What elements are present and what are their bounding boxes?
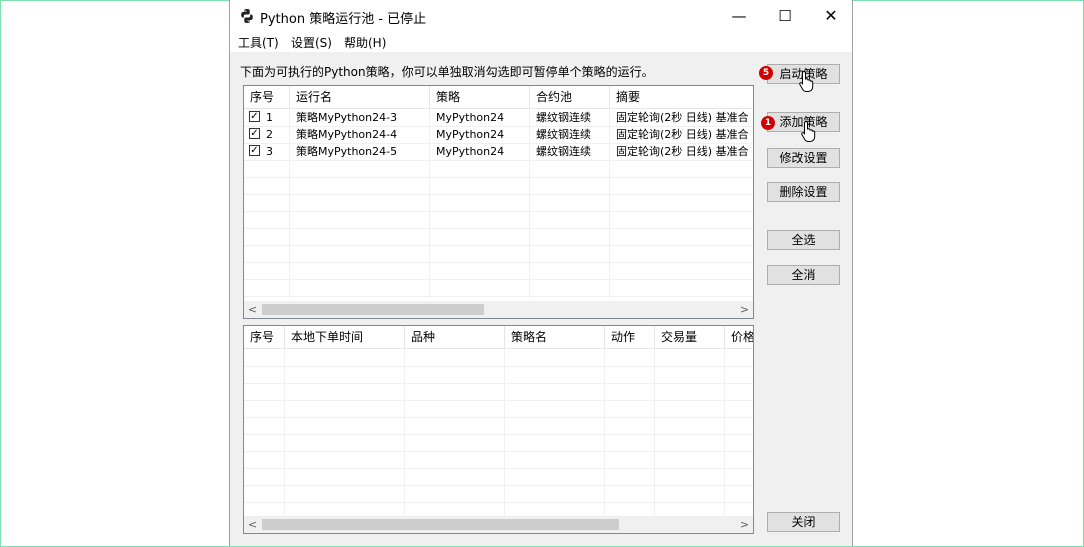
order-list-hscrollbar[interactable]: < > bbox=[244, 516, 753, 533]
row-pool: 螺纹钢连续 bbox=[536, 111, 591, 124]
row-strategy: MyPython24 bbox=[436, 145, 505, 158]
scroll-right-icon[interactable]: > bbox=[736, 301, 753, 318]
strategy-list-header: 序号 运行名 策略 合约池 摘要 bbox=[244, 86, 753, 109]
menu-tools[interactable]: 工具(T) bbox=[238, 34, 279, 51]
row-run-name: 策略MyPython24-3 bbox=[296, 111, 398, 124]
scroll-thumb[interactable] bbox=[262, 304, 484, 315]
row-summary: 固定轮询(2秒 日线) 基准合 bbox=[616, 111, 749, 124]
main-content: 下面为可执行的Python策略，你可以单独取消勾选即可暂停单个策略的运行。 序号… bbox=[230, 52, 852, 546]
title-bar[interactable]: Python 策略运行池 - 已停止 — ☐ ✕ bbox=[230, 0, 852, 32]
scroll-thumb[interactable] bbox=[262, 519, 619, 530]
col-header-pool[interactable]: 合约池 bbox=[530, 86, 610, 108]
modify-settings-button[interactable]: 修改设置 bbox=[767, 148, 840, 168]
col-header-order-time[interactable]: 本地下单时间 bbox=[285, 326, 405, 348]
col-header-run-name[interactable]: 运行名 bbox=[290, 86, 430, 108]
row-run-name: 策略MyPython24-4 bbox=[296, 128, 398, 141]
table-row[interactable]: ✓ 2 策略MyPython24-4 MyPython24 螺纹钢连续 固定轮询… bbox=[244, 126, 753, 144]
strategy-list[interactable]: 序号 运行名 策略 合约池 摘要 ✓ 1 策略MyPython24-3 MyPy… bbox=[243, 85, 754, 319]
instruction-text: 下面为可执行的Python策略，你可以单独取消勾选即可暂停单个策略的运行。 bbox=[240, 65, 654, 79]
col-header-volume[interactable]: 交易量 bbox=[655, 326, 725, 348]
checkbox[interactable]: ✓ bbox=[249, 128, 260, 139]
step-badge: 1 bbox=[761, 116, 775, 130]
step-badge: 5 bbox=[759, 66, 773, 80]
row-run-name: 策略MyPython24-5 bbox=[296, 145, 398, 158]
row-index: 1 bbox=[266, 111, 273, 124]
menu-bar: 工具(T) 设置(S) 帮助(H) bbox=[230, 32, 852, 52]
python-logo-icon bbox=[241, 9, 253, 23]
col-header-index[interactable]: 序号 bbox=[244, 326, 285, 348]
row-pool: 螺纹钢连续 bbox=[536, 145, 591, 158]
row-index: 3 bbox=[266, 145, 273, 158]
row-summary: 固定轮询(2秒 日线) 基准合 bbox=[616, 128, 749, 141]
row-index: 2 bbox=[266, 128, 273, 141]
table-row[interactable]: ✓ 3 策略MyPython24-5 MyPython24 螺纹钢连续 固定轮询… bbox=[244, 143, 753, 161]
window-title: Python 策略运行池 - 已停止 bbox=[260, 12, 427, 27]
scroll-right-icon[interactable]: > bbox=[736, 516, 753, 533]
scroll-left-icon[interactable]: < bbox=[244, 301, 261, 318]
col-header-summary[interactable]: 摘要 bbox=[610, 86, 753, 108]
col-header-strategy[interactable]: 策略 bbox=[430, 86, 530, 108]
hand-cursor-icon bbox=[799, 70, 814, 92]
row-summary: 固定轮询(2秒 日线) 基准合 bbox=[616, 145, 749, 158]
close-button[interactable]: 关闭 bbox=[767, 512, 840, 532]
row-pool: 螺纹钢连续 bbox=[536, 128, 591, 141]
close-window-button[interactable]: ✕ bbox=[808, 0, 854, 32]
col-header-symbol[interactable]: 品种 bbox=[405, 326, 505, 348]
strategy-pool-window: Python 策略运行池 - 已停止 — ☐ ✕ 工具(T) 设置(S) 帮助(… bbox=[229, 0, 853, 546]
delete-settings-button[interactable]: 删除设置 bbox=[767, 182, 840, 202]
order-list[interactable]: 序号 本地下单时间 品种 策略名 动作 交易量 价格 < > bbox=[243, 325, 754, 534]
table-row[interactable]: ✓ 1 策略MyPython24-3 MyPython24 螺纹钢连续 固定轮询… bbox=[244, 109, 753, 127]
deselect-all-button[interactable]: 全消 bbox=[767, 265, 840, 285]
row-strategy: MyPython24 bbox=[436, 111, 505, 124]
strategy-list-hscrollbar[interactable]: < > bbox=[244, 301, 753, 318]
select-all-button[interactable]: 全选 bbox=[767, 230, 840, 250]
col-header-index[interactable]: 序号 bbox=[244, 86, 290, 108]
row-strategy: MyPython24 bbox=[436, 128, 505, 141]
maximize-button[interactable]: ☐ bbox=[762, 0, 808, 32]
scroll-left-icon[interactable]: < bbox=[244, 516, 261, 533]
hand-cursor-icon bbox=[801, 120, 816, 142]
minimize-button[interactable]: — bbox=[716, 0, 762, 32]
col-header-price[interactable]: 价格 bbox=[725, 326, 753, 348]
checkbox[interactable]: ✓ bbox=[249, 145, 260, 156]
menu-settings[interactable]: 设置(S) bbox=[291, 34, 332, 51]
order-list-header: 序号 本地下单时间 品种 策略名 动作 交易量 价格 bbox=[244, 326, 753, 349]
col-header-action[interactable]: 动作 bbox=[605, 326, 655, 348]
checkbox[interactable]: ✓ bbox=[249, 111, 260, 122]
col-header-strategy-name[interactable]: 策略名 bbox=[505, 326, 605, 348]
menu-help[interactable]: 帮助(H) bbox=[344, 34, 386, 51]
